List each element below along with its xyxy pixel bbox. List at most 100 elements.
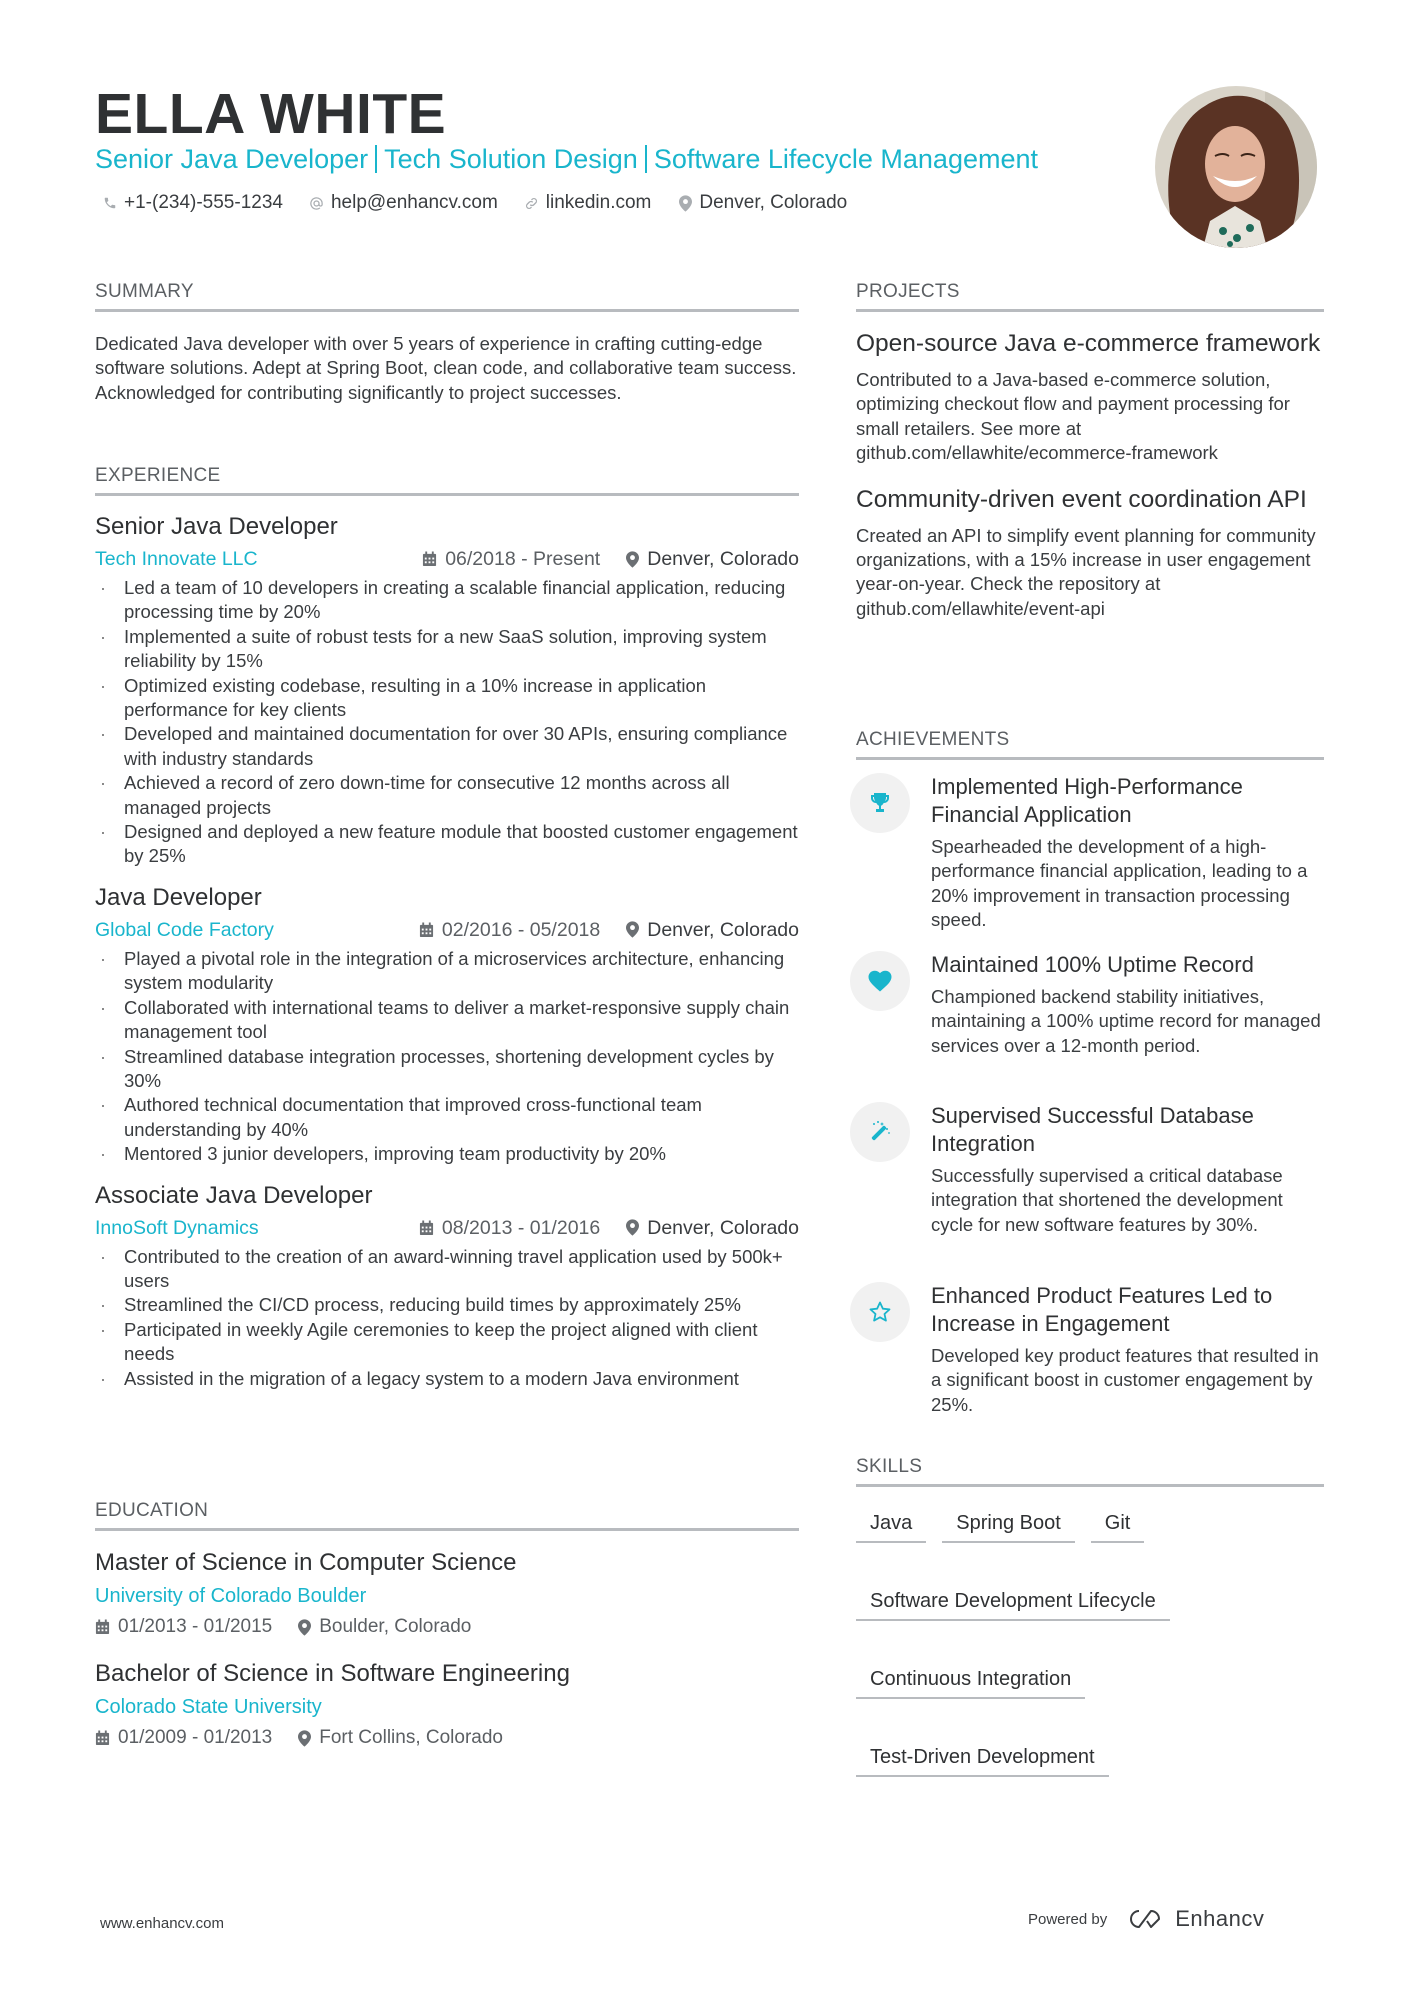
achievement-item: Maintained 100% Uptime Record Championed… [850,951,1324,1058]
calendar-icon [95,1730,110,1746]
bullet-item: Mentored 3 junior developers, improving … [95,1142,799,1167]
headline-part: Tech Solution Design [384,144,638,174]
education-dates-text: 01/2009 - 01/2013 [118,1727,273,1748]
achievement-description: Championed backend stability initiatives… [931,986,1321,1056]
company-name: Global Code Factory [95,918,274,941]
bullet-item: Authored technical documentation that im… [95,1093,799,1142]
achievement-title: Enhanced Product Features Led to Increas… [931,1283,1273,1336]
contact-location: Denver, Colorado [677,189,847,217]
footer-branding: Powered by Enhancv [1028,1906,1264,1932]
job-title: Java Developer [95,883,262,911]
job-bullets: Contributed to the creation of an award-… [95,1245,799,1392]
star-icon [850,1282,910,1342]
achievement-item: Enhanced Product Features Led to Increas… [850,1282,1324,1417]
skill-tag: Spring Boot [942,1505,1075,1543]
section-title-skills: SKILLS [856,1456,923,1477]
headline-part: Software Lifecycle Management [653,144,1039,174]
summary-text: Dedicated Java developer with over 5 yea… [95,333,797,403]
achievement-description: Spearheaded the development of a high-pe… [931,836,1308,931]
section-divider [856,309,1324,312]
section-title-summary: SUMMARY [95,281,194,302]
experience-section: EXPERIENCE Senior Java Developer Tech In… [95,465,799,1391]
enhancv-logo-icon [1130,1910,1161,1928]
candidate-name: ELLA WHITE [95,82,447,146]
school-name: Colorado State University [95,1696,322,1718]
heart-icon [850,951,910,1011]
section-title-achievements: ACHIEVEMENTS [856,729,1010,750]
education-item: Master of Science in Computer Science Un… [95,1548,799,1641]
powered-by-label: Powered by [1028,1910,1108,1928]
bullet-item: Achieved a record of zero down-time for … [95,771,799,820]
job-dates: 08/2013 - 01/2016 [419,1214,600,1242]
job-location: Denver, Colorado [626,916,799,944]
bullet-item: Played a pivotal role in the integration… [95,947,799,996]
achievements-section: ACHIEVEMENTS Implemented High-Performanc… [850,729,1324,1429]
job-dates: 06/2018 - Present [422,545,600,573]
contact-phone[interactable]: +1-(234)-555-1234 [102,189,283,217]
magic-wand-icon [850,1102,910,1162]
at-icon [309,194,325,212]
bullet-item: Optimized existing codebase, resulting i… [95,674,799,723]
headline-part: Senior Java Developer [95,144,369,174]
bullet-item: Collaborated with international teams to… [95,996,799,1045]
contact-email-text: help@enhancv.com [330,192,498,213]
education-dates: 01/2013 - 01/2015 [95,1613,272,1641]
contact-phone-text: +1-(234)-555-1234 [124,192,283,213]
achievement-description: Successfully supervised a critical datab… [931,1165,1283,1235]
education-dates: 01/2009 - 01/2013 [95,1724,272,1752]
section-divider [856,757,1324,760]
job-location: Denver, Colorado [626,1214,799,1242]
footer-website-link[interactable]: www.enhancv.com [100,1915,224,1932]
degree: Master of Science in Computer Science [95,1549,517,1576]
job-bullets: Led a team of 10 developers in creating … [95,576,799,869]
job-dates: 02/2016 - 05/2018 [419,916,600,944]
section-divider [95,493,799,496]
bullet-item: Streamlined database integration process… [95,1045,799,1094]
education-item: Bachelor of Science in Software Engineer… [95,1659,799,1752]
education-meta: 01/2013 - 01/2015 Boulder, Colorado [95,1613,799,1641]
job-meta: InnoSoft Dynamics 08/2013 - 01/2016 Denv… [95,1214,799,1242]
skill-tag: Java [856,1505,927,1543]
brand-logo[interactable]: Enhancv [1125,1906,1264,1932]
job-meta: Global Code Factory 02/2016 - 05/2018 De… [95,916,799,944]
project-item: Open-source Java e-commerce framework Co… [856,328,1324,466]
experience-item: Senior Java Developer Tech Innovate LLC … [95,512,799,869]
education-section: EDUCATION Master of Science in Computer … [95,1500,799,1752]
bullet-item: Developed and maintained documentation f… [95,722,799,771]
experience-item: Associate Java Developer InnoSoft Dynami… [95,1181,799,1392]
job-meta: Tech Innovate LLC 06/2018 - Present Denv… [95,545,799,573]
job-location: Denver, Colorado [626,545,799,573]
section-title-education: EDUCATION [95,1500,209,1521]
location-pin-icon [626,921,640,938]
job-title: Associate Java Developer [95,1181,373,1209]
location-pin-icon [626,550,640,568]
skills-list: Java Spring Boot Git Software Developmen… [856,1505,1324,1777]
project-title: Open-source Java e-commerce framework [856,330,1321,357]
contact-linkedin[interactable]: linkedin.com [524,189,651,217]
bullet-item: Led a team of 10 developers in creating … [95,576,799,625]
projects-section: PROJECTS Open-source Java e-commerce fra… [856,281,1324,621]
job-dates-text: 08/2013 - 01/2016 [441,1216,601,1239]
bullet-item: Designed and deployed a new feature modu… [95,820,799,869]
education-dates-text: 01/2013 - 01/2015 [118,1616,273,1637]
contact-list: +1-(234)-555-1234 help@enhancv.com linke… [102,189,847,217]
achievement-title: Supervised Successful Database Integrati… [931,1103,1254,1156]
location-pin-icon [298,1618,312,1636]
job-title: Senior Java Developer [95,513,338,540]
education-location: Boulder, Colorado [298,1613,471,1641]
calendar-icon [95,1619,110,1635]
skill-tag: Continuous Integration [856,1661,1086,1699]
contact-email[interactable]: help@enhancv.com [309,189,498,217]
location-pin-icon [298,1729,312,1747]
job-location-text: Denver, Colorado [647,918,799,941]
job-location-text: Denver, Colorado [647,548,799,570]
education-location: Fort Collins, Colorado [298,1724,503,1752]
headline-separator [644,145,647,173]
job-location-text: Denver, Colorado [647,1216,799,1239]
brand-name: Enhancv [1175,1906,1265,1931]
school-name: University of Colorado Boulder [95,1585,367,1607]
calendar-icon [419,922,434,938]
education-location-text: Boulder, Colorado [319,1616,472,1637]
skills-section: SKILLS Java Spring Boot Git Software Dev… [856,1456,1324,1777]
summary-section: SUMMARY Dedicated Java developer with ov… [95,281,799,405]
